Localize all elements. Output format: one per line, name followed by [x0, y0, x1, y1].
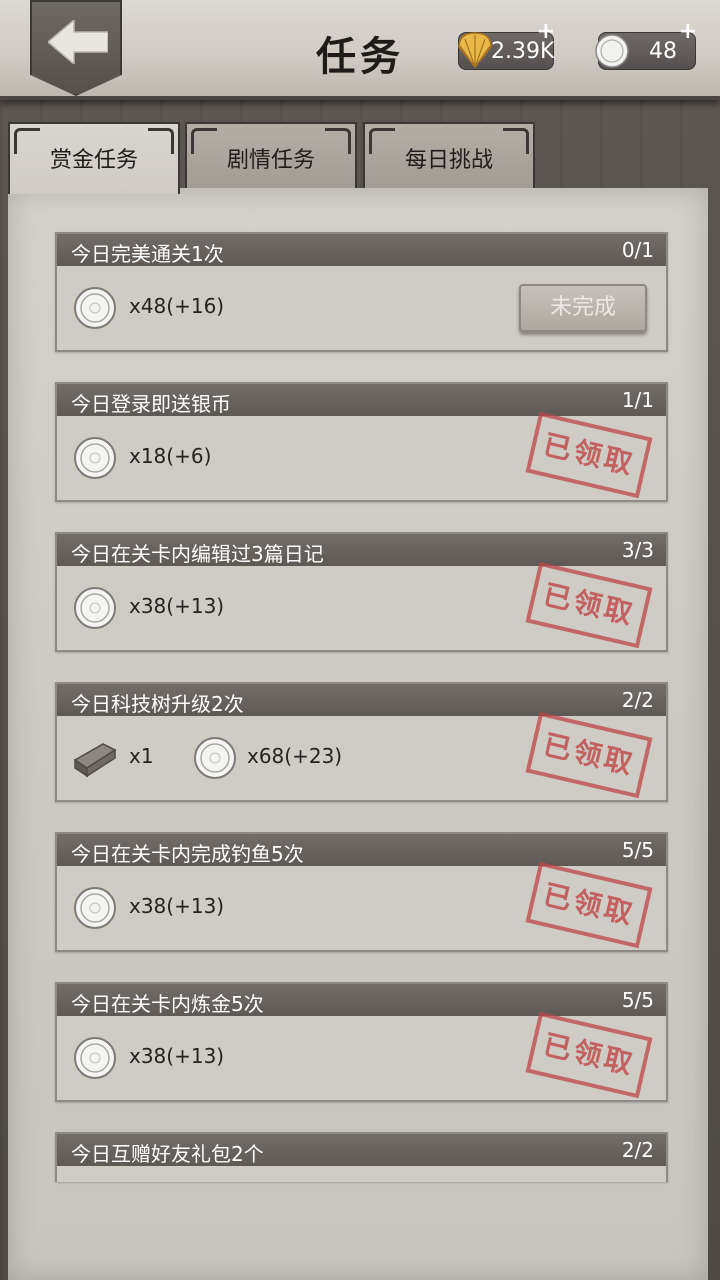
tab-corner-ornament [503, 128, 529, 154]
task-progress: 1/1 [621, 388, 654, 412]
tab-corner-ornament [14, 128, 40, 154]
tab-corner-ornament [148, 128, 174, 154]
tab-corner-ornament [369, 128, 395, 154]
tab-daily-challenge[interactable]: 每日挑战 [363, 122, 535, 190]
task-card: 今日互赠好友礼包2个 2/2 [55, 1132, 668, 1182]
tab-label: 剧情任务 [226, 148, 315, 173]
task-progress: 0/1 [621, 238, 654, 262]
task-header: 今日科技树升级2次 2/2 [57, 684, 666, 716]
claimed-stamp: 已领取 [525, 861, 653, 949]
task-card: 今日在关卡内炼金5次 5/5 x38(+13) 已领取 [55, 982, 668, 1102]
add-shell-plus[interactable]: + [537, 19, 555, 44]
wood-plank-icon [73, 743, 117, 778]
add-coin-plus[interactable]: + [679, 19, 697, 44]
task-name: 今日登录即送银币 [71, 392, 231, 416]
silver-coin-icon [595, 34, 629, 68]
task-header: 今日登录即送银币 1/1 [57, 384, 666, 416]
tab-story[interactable]: 剧情任务 [185, 122, 357, 190]
task-progress: 3/3 [621, 538, 654, 562]
silver-coin-icon [74, 437, 116, 479]
incomplete-button[interactable]: 未完成 [519, 284, 647, 332]
task-card: 今日在关卡内完成钓鱼5次 5/5 x38(+13) 已领取 [55, 832, 668, 952]
task-body: x48(+16) 未完成 [57, 266, 666, 350]
back-button[interactable] [30, 0, 122, 96]
tab-bounty[interactable]: 赏金任务 [8, 122, 180, 194]
reward-amount: x18(+6) [129, 444, 212, 468]
task-name: 今日完美通关1次 [71, 242, 224, 266]
task-progress: 5/5 [621, 838, 654, 862]
tab-corner-ornament [191, 128, 217, 154]
task-card: 今日科技树升级2次 2/2 x1 x68(+23) 已领取 [55, 682, 668, 802]
task-body: x1 x68(+23) 已领取 [57, 711, 666, 800]
silver-coin-icon [194, 737, 236, 779]
coin-amount: 48 [649, 39, 677, 64]
tab-label: 赏金任务 [49, 148, 138, 173]
shell-currency[interactable]: 2.39K + [458, 19, 555, 70]
task-header: 今日在关卡内完成钓鱼5次 5/5 [57, 834, 666, 866]
task-body: x38(+13) 已领取 [57, 1011, 666, 1100]
task-header: 今日互赠好友礼包2个 2/2 [57, 1134, 666, 1166]
reward-amount: x38(+13) [129, 594, 225, 618]
task-name: 今日在关卡内编辑过3篇日记 [71, 542, 324, 566]
silver-coin-icon [74, 887, 116, 929]
coin-currency[interactable]: 48 + [595, 19, 697, 70]
task-card: 今日完美通关1次 0/1 x48(+16) 未完成 [55, 232, 668, 352]
silver-coin-icon [74, 587, 116, 629]
task-progress: 2/2 [621, 688, 654, 712]
shell-icon [458, 32, 492, 69]
reward-item-amount: x1 [129, 744, 154, 768]
task-body: x38(+13) 已领取 [57, 561, 666, 650]
task-header: 今日在关卡内编辑过3篇日记 3/3 [57, 534, 666, 566]
task-progress: 2/2 [621, 1138, 654, 1162]
task-progress: 5/5 [621, 988, 654, 1012]
task-name: 今日在关卡内完成钓鱼5次 [71, 842, 304, 866]
claimed-stamp: 已领取 [525, 1011, 653, 1099]
task-name: 今日科技树升级2次 [71, 692, 244, 716]
reward-amount: x38(+13) [129, 894, 225, 918]
task-name: 今日互赠好友礼包2个 [71, 1142, 264, 1166]
top-bar: 任务 2.39K + 48 + [0, 0, 720, 100]
tab-label: 每日挑战 [404, 148, 493, 173]
reward-amount: x48(+16) [129, 294, 225, 318]
task-header: 今日完美通关1次 0/1 [57, 234, 666, 266]
reward-amount: x38(+13) [129, 1044, 225, 1068]
silver-coin-icon [74, 287, 116, 329]
claimed-stamp: 已领取 [525, 711, 653, 799]
task-card: 今日在关卡内编辑过3篇日记 3/3 x38(+13) 已领取 [55, 532, 668, 652]
task-card: 今日登录即送银币 1/1 x18(+6) 已领取 [55, 382, 668, 502]
tab-corner-ornament [325, 128, 351, 154]
back-arrow-icon [48, 20, 108, 64]
silver-coin-icon [74, 1037, 116, 1079]
reward-amount: x68(+23) [247, 744, 343, 768]
task-header: 今日在关卡内炼金5次 5/5 [57, 984, 666, 1016]
claimed-stamp: 已领取 [525, 411, 653, 499]
task-name: 今日在关卡内炼金5次 [71, 992, 264, 1016]
task-body: x38(+13) 已领取 [57, 861, 666, 950]
claimed-stamp: 已领取 [525, 561, 653, 649]
task-body: x18(+6) 已领取 [57, 411, 666, 500]
page-title: 任务 [316, 33, 404, 80]
